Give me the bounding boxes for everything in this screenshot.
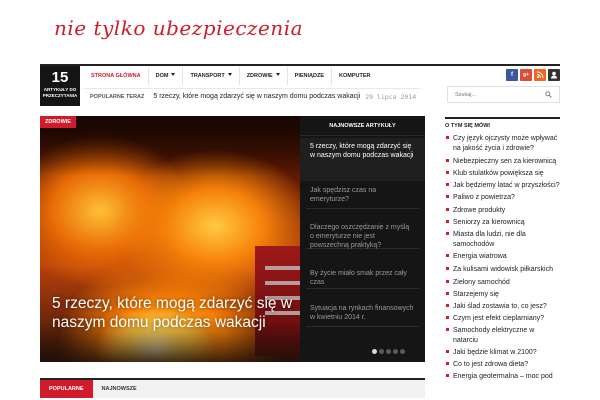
about-link-item[interactable]: Klub stulatków powiększa się — [445, 168, 560, 180]
about-link-item[interactable]: Miasta dla ludzi, nie dla samochodów — [445, 229, 560, 251]
about-link-item[interactable]: Samochody elektryczne w natarciu — [445, 325, 560, 347]
ticker-label: POPULARNE TERAZ — [90, 93, 145, 100]
hero-image-shade — [40, 116, 300, 176]
about-link-item[interactable]: Paliwo z powietrza? — [445, 192, 560, 205]
user-icon[interactable] — [548, 69, 560, 81]
slider-pagination — [372, 349, 405, 354]
newest-article-item[interactable]: Sytuacja na rynkach finansowych w kwietn… — [300, 304, 425, 322]
googleplus-icon[interactable]: g+ — [520, 69, 532, 81]
newest-article-item[interactable]: 5 rzeczy, które mogą zdarzyć się w naszy… — [300, 138, 425, 181]
top-divider — [40, 64, 560, 66]
post-tabs: POPULARNE NAJNOWSZE — [40, 378, 425, 398]
newest-article-item[interactable]: Dlaczego oszczędzanie z myślą o emerytur… — [300, 223, 425, 250]
ticker-date: 29 lipca 2014 — [365, 92, 417, 101]
divider — [306, 208, 419, 209]
newest-article-item[interactable]: Jak spędzisz czas na emeryturze? — [300, 186, 425, 204]
about-link-item[interactable]: Zdrowe produkty — [445, 205, 560, 217]
nav-item-label: PIENIĄDZE — [294, 73, 325, 79]
about-link-item[interactable]: Czy język ojczysty może wpływać na jakoś… — [445, 133, 560, 156]
newest-articles-panel: NAJNOWSZE ARTYKUŁY 5 rzeczy, które mogą … — [300, 116, 425, 362]
search-input[interactable] — [448, 87, 542, 102]
about-section-header: O TYM SIĘ MÓWI — [445, 117, 560, 129]
search-box — [447, 86, 560, 103]
nav-item-komputer[interactable]: KOMPUTER — [332, 67, 377, 85]
slider-dot[interactable] — [386, 349, 391, 354]
nav-item-label: TRANSPORT — [190, 73, 225, 79]
tab-newest[interactable]: NAJNOWSZE — [93, 380, 146, 398]
about-links-list: Czy język ojczysty może wpływać na jakoś… — [445, 133, 560, 383]
truck-detail — [265, 281, 300, 285]
rss-icon[interactable] — [534, 69, 546, 81]
slider-dot[interactable] — [372, 349, 377, 354]
nav-item-label: KOMPUTER — [339, 73, 371, 79]
nav-item-pieniadze[interactable]: PIENIĄDZE — [288, 67, 333, 85]
about-link-item[interactable]: Jak będziemy latać w przyszłości? — [445, 180, 560, 192]
site-logo[interactable]: nie tylko ubezpieczenia — [54, 16, 303, 40]
nav-item-label: ZDROWIE — [246, 73, 273, 79]
about-link-item[interactable]: Energia geotermalna – moc pod — [445, 371, 560, 383]
nav-item-home[interactable]: STRONA GŁÓWNA — [84, 67, 149, 85]
about-link-item[interactable]: Seniorzy za kierownicą — [445, 217, 560, 229]
slider-dot[interactable] — [400, 349, 405, 354]
articles-counter[interactable]: 15 ARTYKUŁY DO PRZECZYTANIA — [40, 66, 80, 106]
about-link-item[interactable]: Czym jest efekt cieplarniany? — [445, 313, 560, 325]
nav-item-transport[interactable]: TRANSPORT — [183, 67, 240, 85]
category-badge[interactable]: ZDROWIE — [40, 116, 76, 128]
chevron-down-icon — [275, 73, 280, 76]
ticker-link[interactable]: 5 rzeczy, które mogą zdarzyć się w naszy… — [153, 93, 360, 100]
hero-title[interactable]: 5 rzeczy, które mogą zdarzyć się w naszy… — [52, 294, 300, 354]
about-link-item[interactable]: Energia wiatrowa — [445, 251, 560, 264]
facebook-icon[interactable]: f — [506, 69, 518, 81]
divider — [306, 288, 419, 289]
chevron-down-icon — [171, 73, 176, 76]
trending-ticker: POPULARNE TERAZ 5 rzeczy, które mogą zda… — [84, 88, 420, 104]
nav-item-label: STRONA GŁÓWNA — [91, 73, 141, 79]
nav-item-zdrowie[interactable]: ZDROWIE — [240, 67, 288, 85]
search-icon[interactable] — [545, 91, 552, 98]
nav-item-label: DOM — [155, 73, 169, 79]
slider-dot[interactable] — [393, 349, 398, 354]
about-link-item[interactable]: Co to jest zdrowa dieta? — [445, 359, 560, 371]
tab-popular[interactable]: POPULARNE — [40, 380, 93, 398]
divider — [306, 326, 419, 327]
about-link-item[interactable]: Jaki będzie klimat w 2100? — [445, 347, 560, 359]
about-link-item[interactable]: Niebezpieczny sen za kierownicą — [445, 156, 560, 168]
newest-article-item[interactable]: By życie miało smak przez cały czas — [300, 269, 425, 287]
about-link-item[interactable]: Za kulisami widowisk piłkarskich — [445, 264, 560, 277]
social-links: f g+ — [506, 69, 560, 81]
newest-articles-header: NAJNOWSZE ARTYKUŁY — [300, 116, 425, 136]
about-link-item[interactable]: Starzejemy się — [445, 289, 560, 301]
articles-counter-label: ARTYKUŁY DO PRZECZYTANIA — [42, 87, 78, 98]
about-link-item[interactable]: Zielony samochód — [445, 277, 560, 289]
truck-detail — [265, 266, 300, 270]
slider-dot[interactable] — [379, 349, 384, 354]
chevron-down-icon — [227, 73, 232, 76]
nav-item-dom[interactable]: DOM — [149, 67, 184, 85]
main-nav: STRONA GŁÓWNA DOM TRANSPORT ZDROWIE PIEN… — [84, 67, 378, 85]
about-link-item[interactable]: Jaki ślad zostawia to, co jesz? — [445, 301, 560, 313]
articles-counter-number: 15 — [51, 69, 69, 86]
